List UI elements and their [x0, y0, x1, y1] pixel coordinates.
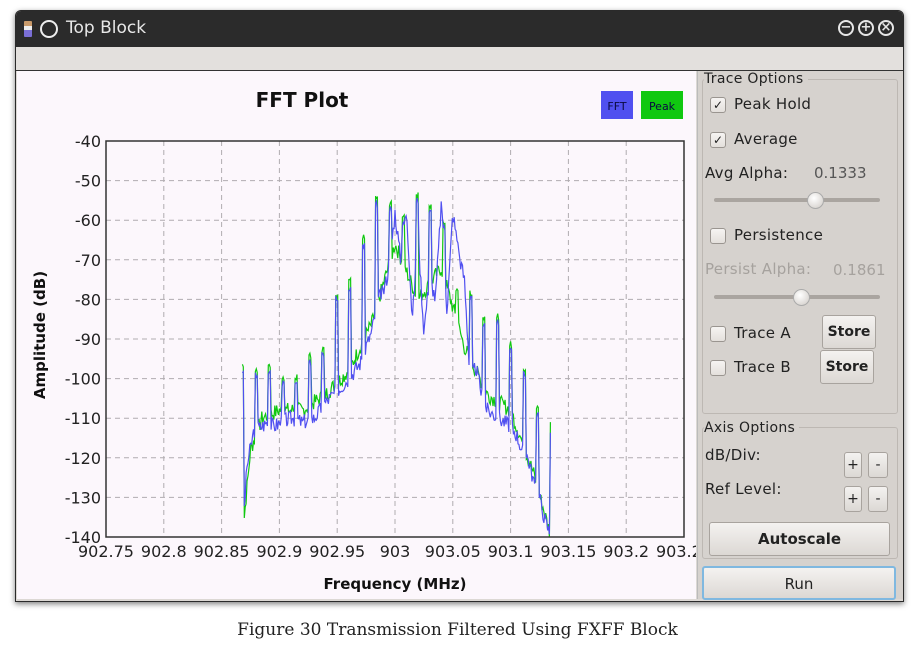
run-button[interactable]: Run [702, 566, 896, 600]
fft-chart[interactable]: FFT Plot FFT Peak 902.75 902.8 902.85 902.9 9… [17, 71, 712, 599]
app-window: Top Block − + × FFT Plot FFT Peak 902.75 9… [15, 10, 904, 602]
peak-hold-checkbox[interactable]: ✓ [710, 97, 726, 113]
avg-alpha-slider[interactable] [714, 192, 880, 209]
menu-bar [16, 47, 903, 71]
minimize-icon[interactable]: − [838, 20, 854, 36]
plot-pane: FFT Plot FFT Peak 902.75 902.8 902.85 902.9 9… [17, 71, 712, 599]
y-tick-label: -60 [75, 211, 101, 230]
persist-alpha-value: 0.1861 [833, 261, 886, 279]
ref-level-label: Ref Level: [705, 480, 782, 498]
y-tick-label: -70 [75, 251, 101, 270]
trace-options-title: Trace Options [704, 71, 808, 87]
title-bar[interactable]: Top Block − + × [16, 11, 903, 47]
peak-hold-label: Peak Hold [734, 95, 812, 113]
avg-alpha-value: 0.1333 [814, 164, 867, 182]
y-tick-label: -130 [65, 488, 101, 507]
app-icon [24, 21, 32, 37]
x-tick-label: 903 [380, 542, 411, 561]
x-tick-label: 902.9 [256, 542, 302, 561]
trace-a-checkbox[interactable] [710, 326, 726, 342]
window-title: Top Block [66, 18, 147, 38]
average-checkbox[interactable]: ✓ [710, 132, 726, 148]
ref-level-plus-button[interactable]: + [844, 486, 862, 512]
axis-options-title: Axis Options [704, 420, 800, 436]
x-tick-label: 902.85 [194, 542, 250, 561]
y-tick-label: -100 [65, 370, 101, 389]
average-label: Average [734, 130, 798, 148]
db-div-label: dB/Div: [705, 446, 761, 464]
autoscale-button[interactable]: Autoscale [709, 522, 890, 556]
y-tick-label: -40 [75, 132, 101, 151]
db-div-minus-button[interactable]: - [868, 452, 888, 478]
x-tick-label: 903.25 [656, 542, 696, 561]
legend-label-fft: FFT [607, 100, 626, 113]
figure-caption: Figure 30 Transmission Filtered Using FX… [237, 620, 678, 640]
legend-label-peak: Peak [649, 100, 676, 113]
persistence-checkbox[interactable] [710, 228, 726, 244]
x-tick-label: 903.15 [540, 542, 596, 561]
y-tick-label: -80 [75, 290, 101, 309]
persist-alpha-slider[interactable] [714, 289, 880, 306]
trace-b-label: Trace B [734, 358, 791, 376]
x-tick-label: 902.95 [309, 542, 365, 561]
avg-alpha-label: Avg Alpha: [705, 164, 789, 182]
y-axis-label: Amplitude (dB) [31, 271, 49, 399]
x-tick-label: 903.1 [488, 542, 534, 561]
x-tick-label: 903.2 [603, 542, 649, 561]
y-tick-label: -140 [65, 528, 101, 547]
store-trace-a-button[interactable]: Store [822, 315, 876, 349]
ref-level-minus-button[interactable]: - [868, 486, 888, 512]
maximize-icon[interactable]: + [858, 20, 874, 36]
trace-a-label: Trace A [734, 324, 791, 342]
x-axis-label: Frequency (MHz) [324, 575, 467, 593]
db-div-plus-button[interactable]: + [844, 452, 862, 478]
x-tick-label: 902.8 [141, 542, 187, 561]
side-panel: Trace Options ✓ Peak Hold ✓ Average Avg … [697, 71, 903, 600]
window-menu-icon[interactable] [40, 20, 58, 38]
trace-b-checkbox[interactable] [710, 360, 726, 376]
persistence-label: Persistence [734, 226, 824, 244]
x-tick-label: 903.05 [425, 542, 481, 561]
y-tick-label: -120 [65, 449, 101, 468]
peak-trace [241, 192, 552, 538]
y-tick-label: -110 [65, 409, 101, 428]
avg-alpha-slider-handle[interactable] [806, 192, 824, 209]
persist-alpha-label: Persist Alpha: [705, 260, 812, 278]
y-tick-label: -50 [75, 172, 101, 191]
close-icon[interactable]: × [878, 20, 894, 36]
chart-title: FFT Plot [256, 88, 349, 112]
y-tick-label: -90 [75, 330, 101, 349]
store-trace-b-button[interactable]: Store [820, 350, 874, 384]
